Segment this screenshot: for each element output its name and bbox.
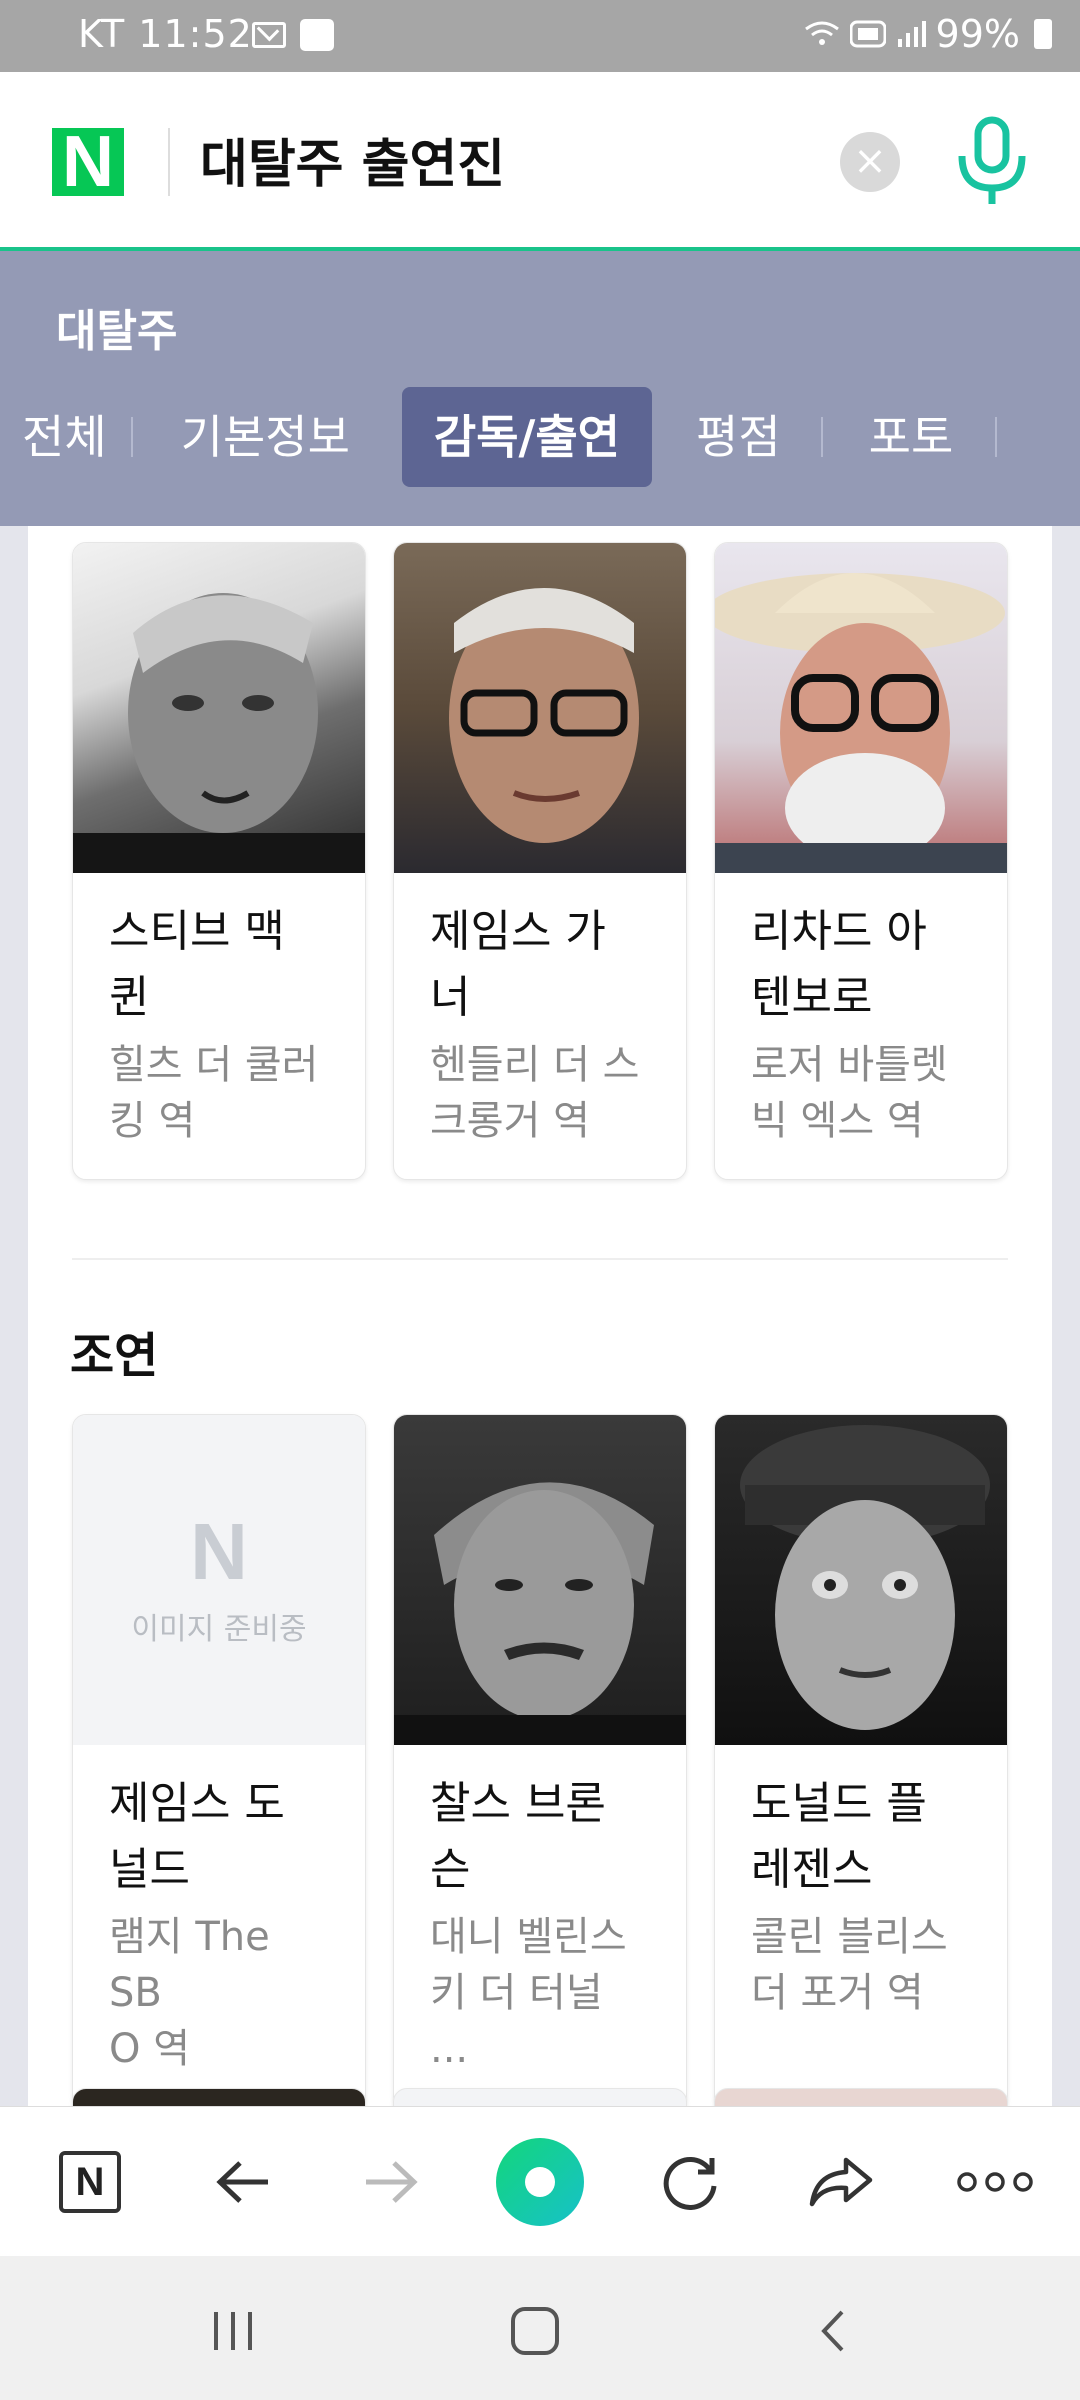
hd-icon [849, 20, 886, 48]
back-arrow-icon[interactable] [202, 2142, 282, 2222]
home-icon[interactable] [500, 2296, 570, 2366]
actor-name-line[interactable]: 찰스 브론 [430, 1778, 606, 1829]
role-line: 킹 역 [109, 1098, 196, 1144]
cast-card[interactable] [72, 2088, 366, 2106]
cast-card[interactable]: N 이미지 준비중 제임스 도널드 램지 The SB O 역 [72, 1414, 366, 2106]
actor-name-line[interactable]: 제임스 가 [430, 906, 606, 957]
role-line: 더 포거 역 [751, 1970, 924, 2016]
cast-card[interactable]: 도널드 플레젠스 콜린 블리스더 포거 역 [714, 1414, 1008, 2106]
clear-icon[interactable]: × [840, 132, 900, 192]
search-input[interactable]: 대탈주 출연진 [200, 122, 505, 197]
battery-percent: 99% [935, 12, 1020, 56]
cast-card[interactable]: 제임스 가너 헨들리 더 스크롱거 역 [393, 542, 687, 1180]
tab-rating[interactable]: 평점 [660, 387, 823, 487]
actor-name-line[interactable]: 너 [430, 972, 470, 1023]
cast-card[interactable]: 스티브 맥퀸 힐츠 더 쿨러킹 역 [72, 542, 366, 1180]
refresh-icon[interactable] [650, 2142, 730, 2222]
actor-photo[interactable] [73, 543, 365, 873]
actor-name-line[interactable]: 리차드 아 [751, 906, 927, 957]
role-line: 콜린 블리스 [751, 1914, 948, 1960]
forward-arrow-icon[interactable] [352, 2142, 432, 2222]
role-line: 크롱거 역 [430, 1098, 590, 1144]
browser-toolbar: N [0, 2106, 1080, 2257]
category-title[interactable]: 대탈주 [56, 295, 177, 359]
supporting-cast-grid: N 이미지 준비중 제임스 도널드 램지 The SB O 역 찰스 브론슨 대니… [72, 1414, 1008, 2106]
role-line: 대니 벨린스 [430, 1914, 627, 1960]
image-placeholder[interactable]: N 이미지 준비중 [73, 1415, 365, 1745]
placeholder-logo: N [190, 1507, 248, 1596]
role-line: 빅 엑스 역 [751, 1098, 924, 1144]
battery-icon [1034, 19, 1052, 49]
actor-name-line[interactable]: 제임스 도 [109, 1778, 285, 1829]
role-line: 헨들리 더 스 [430, 1042, 640, 1088]
carrier-label: KT [78, 12, 126, 56]
next-row-peek [72, 2088, 1008, 2106]
back-icon[interactable] [800, 2296, 870, 2366]
actor-name-line[interactable]: 스티브 맥 [109, 906, 285, 957]
wifi-icon [804, 21, 839, 45]
actor-name-line[interactable]: 퀸 [109, 972, 149, 1023]
naver-home-logo: N [59, 2151, 121, 2213]
cast-card[interactable]: 리차드 아텐보로 로저 바틀렛빅 엑스 역 [714, 542, 1008, 1180]
cast-card[interactable] [393, 2088, 687, 2106]
placeholder-text: 이미지 준비중 [131, 1612, 307, 1647]
category-tabs: 전체 기본정보 감독/출연 평점 포토 [0, 387, 1080, 487]
signal-icon [897, 21, 926, 47]
share-icon[interactable] [800, 2142, 880, 2222]
tab-director-cast[interactable]: 감독/출연 [401, 387, 653, 487]
status-time: KT 11:52 [78, 12, 253, 56]
recent-apps-icon[interactable] [198, 2296, 268, 2366]
actor-photo[interactable] [394, 1415, 686, 1745]
actor-name-line[interactable]: 슨 [430, 1844, 470, 1895]
cast-content: 스티브 맥퀸 힐츠 더 쿨러킹 역 제임스 가너 헨들리 더 스크롱거 역 리차… [28, 526, 1052, 2106]
cast-card[interactable] [714, 2088, 1008, 2106]
clock: 11:52 [138, 12, 253, 56]
role-line: 힐츠 더 쿨러 [109, 1042, 319, 1088]
role-line: 로저 바틀렛 [751, 1042, 948, 1088]
actor-photo[interactable] [715, 1415, 1007, 1745]
cast-card[interactable]: 찰스 브론슨 대니 벨린스키 더 터널 ... [393, 1414, 687, 2106]
search-divider [168, 128, 170, 196]
actor-photo[interactable] [715, 543, 1007, 873]
role-line: 램지 The SB [109, 1914, 270, 2016]
mail-icon [252, 22, 286, 48]
tab-basic-info[interactable]: 기본정보 [133, 387, 394, 487]
naver-home-icon[interactable]: N [50, 2142, 130, 2222]
tab-photo[interactable]: 포토 [823, 387, 998, 487]
actor-name-line[interactable]: 널드 [109, 1844, 190, 1895]
actor-name-line[interactable]: 레젠스 [751, 1844, 872, 1895]
system-nav-bar [0, 2256, 1080, 2400]
actor-name-line[interactable]: 텐보로 [751, 972, 872, 1023]
section-divider [72, 1258, 1008, 1260]
main-cast-grid: 스티브 맥퀸 힐츠 더 쿨러킹 역 제임스 가너 헨들리 더 스크롱거 역 리차… [72, 542, 1008, 1180]
actor-photo[interactable] [394, 543, 686, 873]
search-bar: N 대탈주 출연진 × [0, 72, 1080, 251]
microphone-icon[interactable] [952, 116, 1032, 208]
supporting-section-title: 조연 [70, 1328, 159, 1384]
status-bar: KT 11:52 99% [0, 0, 1080, 72]
tab-all[interactable]: 전체 [0, 387, 133, 487]
mglobal-icon [300, 19, 334, 51]
more-icon[interactable] [950, 2142, 1040, 2222]
category-header: 대탈주 전체 기본정보 감독/출연 평점 포토 [0, 251, 1080, 526]
green-dot-icon[interactable] [494, 2136, 586, 2228]
naver-logo[interactable]: N [52, 126, 124, 198]
role-line: 키 더 터널 ... [430, 1970, 603, 2072]
actor-name-line[interactable]: 도널드 플 [751, 1778, 927, 1829]
role-line: O 역 [109, 2026, 190, 2072]
